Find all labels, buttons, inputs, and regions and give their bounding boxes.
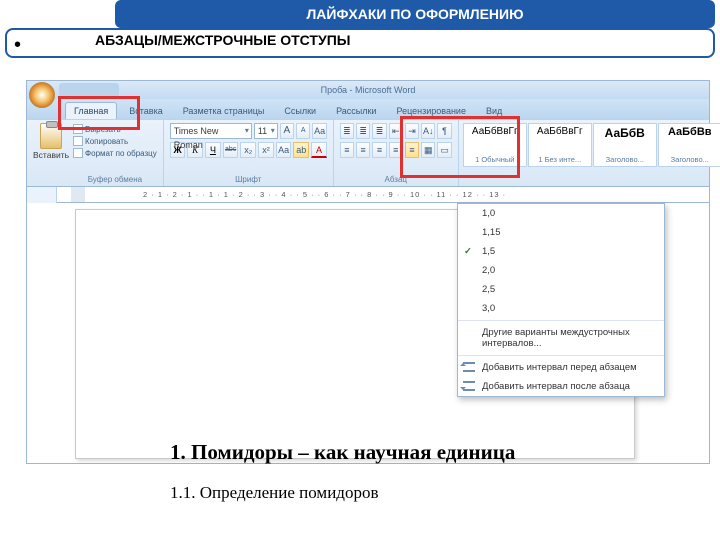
show-marks-button[interactable]: ¶ [437,123,451,139]
copy-button[interactable]: Копировать [73,136,157,146]
strike-button[interactable]: abc [223,142,239,158]
style-label: 1 Обычный [475,155,514,164]
shrink-font-button[interactable]: A [296,123,310,139]
paste-label: Вставить [33,150,69,160]
spacing-1-0[interactable]: 1,0 [458,204,664,223]
spacing-3-0[interactable]: 3,0 [458,299,664,318]
word-window: Проба - Microsoft Word Главная Вставка Р… [26,80,710,464]
superscript-button[interactable]: x² [258,142,274,158]
spacing-1-15[interactable]: 1,15 [458,223,664,242]
tab-view[interactable]: Вид [478,103,510,119]
style-label: 1 Без инте... [538,155,581,164]
group-clipboard-label: Буфер обмена [73,175,157,186]
quick-access-toolbar[interactable] [59,83,119,97]
document-text: 1. Помидоры – как научная единица 1.1. О… [170,440,515,503]
style-label: Заголово... [606,155,644,164]
justify-button[interactable]: ≡ [389,142,403,158]
office-button[interactable] [29,82,55,108]
style-heading2[interactable]: АаБбВв Заголово... [658,123,720,167]
tab-references[interactable]: Ссылки [276,103,324,119]
add-space-before[interactable]: Добавить интервал перед абзацем [458,358,664,377]
scissors-icon [73,124,83,134]
group-clipboard: Вставить Вырезать Копировать Формат по о… [27,120,164,186]
doc-heading-1: 1. Помидоры – как научная единица [170,440,515,465]
style-normal[interactable]: АаБбВвГг 1 Обычный [463,123,527,167]
bullets-button[interactable]: ≣ [340,123,354,139]
shading-button[interactable]: ▦ [421,142,435,158]
multilevel-button[interactable]: ≣ [372,123,386,139]
change-case-button[interactable]: Aa [276,142,292,158]
tab-layout[interactable]: Разметка страницы [175,103,273,119]
ruler-ticks: 2 · 1 · 2 · 1 · · 1 · 1 · 2 · · 3 · · 4 … [143,190,506,199]
indent-button[interactable]: ⇥ [405,123,419,139]
menu-separator [458,320,664,321]
style-sample: АаБбВвГг [537,126,583,137]
numbering-button[interactable]: ≣ [356,123,370,139]
style-heading1[interactable]: АаБбВ Заголово... [593,123,657,167]
space-after-icon [463,381,475,391]
slide-header: ЛАЙФХАКИ ПО ОФОРМЛЕНИЮ • АБЗАЦЫ/МЕЖСТРОЧ… [0,0,720,60]
group-paragraph-label: Абзац [340,175,452,186]
underline-button[interactable]: Ч [205,142,221,158]
paste-button[interactable]: Вставить [33,123,69,186]
style-sample: АаБбВ [605,126,645,140]
tab-mailings[interactable]: Рассылки [328,103,384,119]
align-right-button[interactable]: ≡ [372,142,386,158]
font-color-button[interactable]: A [311,142,327,158]
style-nospacing[interactable]: АаБбВвГг 1 Без инте... [528,123,592,167]
doc-heading-2: 1.1. Определение помидоров [170,483,515,503]
grow-font-button[interactable]: A [280,123,294,139]
dedent-button[interactable]: ⇤ [389,123,403,139]
group-styles: АаБбВвГг 1 Обычный АаБбВвГг 1 Без инте..… [459,120,720,186]
ribbon: Вставить Вырезать Копировать Формат по о… [27,119,709,187]
spacing-options[interactable]: Другие варианты междустрочных интервалов… [458,323,664,353]
line-spacing-menu: 1,0 1,15 1,5 2,0 2,5 3,0 Другие варианты… [457,203,665,397]
document-area[interactable]: 1,0 1,15 1,5 2,0 2,5 3,0 Другие варианты… [27,203,709,463]
window-title: Проба - Microsoft Word [321,85,416,95]
group-font-label: Шрифт [170,175,327,186]
font-name-combo[interactable]: Times New Roman [170,123,252,139]
spacing-2-5[interactable]: 2,5 [458,280,664,299]
group-font: Times New Roman 11 A A Aa Ж К Ч abc x₂ x… [164,120,334,186]
title-bar: Проба - Microsoft Word [27,81,709,99]
ruler-scale: 2 · 1 · 2 · 1 · · 1 · 1 · 2 · · 3 · · 4 … [71,187,709,202]
borders-button[interactable]: ▭ [437,142,451,158]
align-left-button[interactable]: ≡ [340,142,354,158]
spacing-2-0[interactable]: 2,0 [458,261,664,280]
align-center-button[interactable]: ≡ [356,142,370,158]
sort-button[interactable]: A↓ [421,123,435,139]
highlight-button[interactable]: ab [293,142,309,158]
tab-insert[interactable]: Вставка [121,103,170,119]
menu-separator [458,355,664,356]
brush-icon [73,148,83,158]
slide-title: ЛАЙФХАКИ ПО ОФОРМЛЕНИЮ [115,0,715,28]
spacing-1-5[interactable]: 1,5 [458,242,664,261]
bullet-icon: • [14,34,21,57]
slide-subtitle: АБЗАЦЫ/МЕЖСТРОЧНЫЕ ОТСТУПЫ [95,32,350,48]
add-space-after[interactable]: Добавить интервал после абзаца [458,377,664,396]
ribbon-tabs: Главная Вставка Разметка страницы Ссылки… [27,99,709,119]
line-spacing-button[interactable]: ≡ [405,142,419,158]
format-painter-button[interactable]: Формат по образцу [73,148,157,158]
subscript-button[interactable]: x₂ [240,142,256,158]
tab-home[interactable]: Главная [65,102,117,119]
style-label: Заголово... [671,155,709,164]
tab-review[interactable]: Рецензирование [388,103,474,119]
style-sample: АаБбВвГг [472,126,518,137]
font-size-combo[interactable]: 11 [254,123,278,139]
group-paragraph: ≣ ≣ ≣ ⇤ ⇥ A↓ ¶ ≡ ≡ ≡ ≡ ≡ ▦ ▭ А [334,120,459,186]
style-sample: АаБбВв [668,126,712,138]
space-before-icon [463,362,475,372]
cut-button[interactable]: Вырезать [73,124,157,134]
copy-icon [73,136,83,146]
paste-icon [40,123,62,149]
ruler-corner [27,187,57,203]
ruler[interactable]: 2 · 1 · 2 · 1 · · 1 · 1 · 2 · · 3 · · 4 … [27,187,709,203]
clear-format-button[interactable]: Aa [312,123,326,139]
